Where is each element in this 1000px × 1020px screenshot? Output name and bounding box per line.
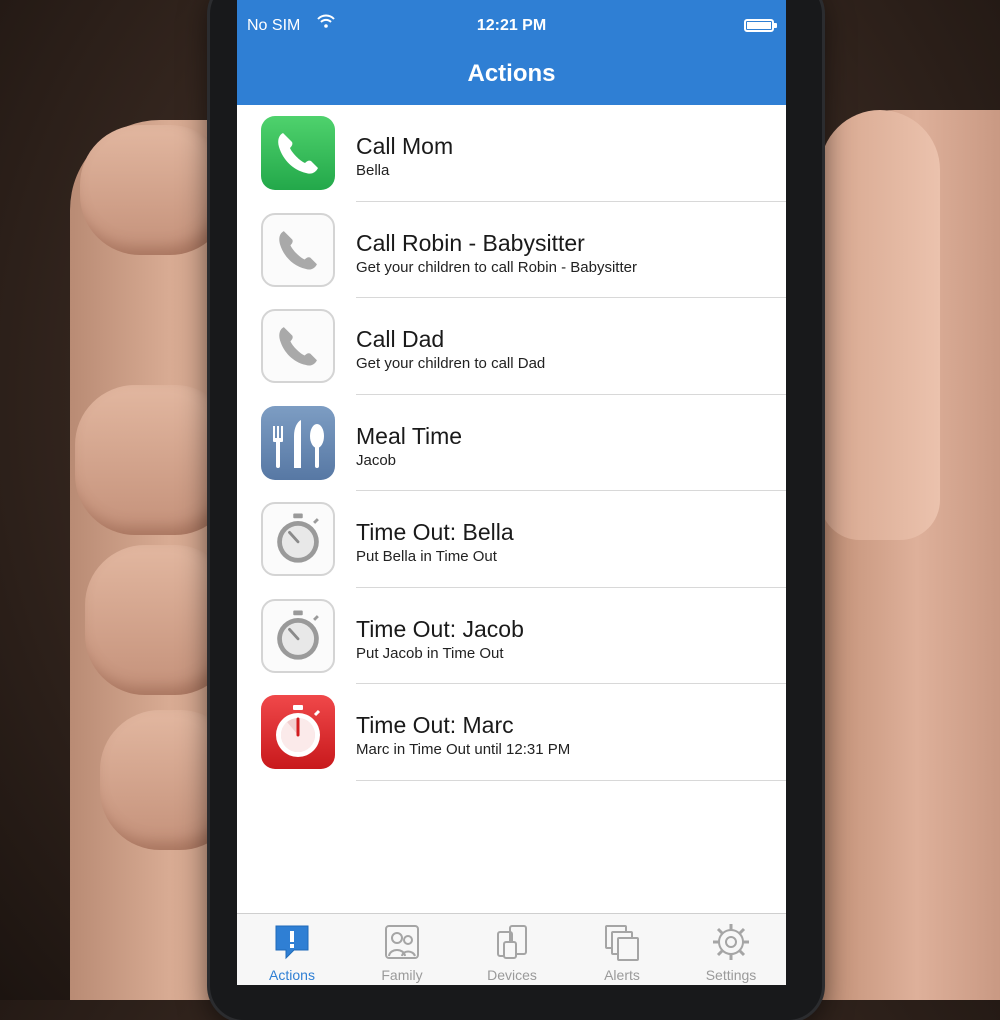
action-title: Time Out: Bella	[356, 519, 514, 545]
actions-list: Call Mom Bella Call Robin - Babysitter G…	[237, 105, 786, 781]
tab-family[interactable]: Family	[347, 914, 457, 985]
battery-icon	[744, 19, 777, 32]
action-subtitle: Put Bella in Time Out	[356, 548, 497, 565]
action-row-call-mom[interactable]: Call Mom Bella	[237, 105, 786, 202]
stopwatch-icon	[261, 695, 335, 769]
phone-screen: No SIM 12:21 PM Actions Call Mom Bella C…	[237, 0, 786, 985]
action-title: Call Mom	[356, 133, 454, 159]
phone-icon	[261, 309, 335, 383]
action-row-timeout-bella[interactable]: Time Out: Bella Put Bella in Time Out	[237, 491, 786, 588]
action-subtitle: Bella	[356, 162, 390, 179]
stopwatch-icon	[261, 598, 335, 673]
action-row-call-dad[interactable]: Call Dad Get your children to call Dad	[237, 298, 786, 395]
tab-devices[interactable]: Devices	[457, 914, 567, 985]
alerts-icon	[602, 922, 642, 962]
tab-actions[interactable]: Actions	[237, 914, 347, 985]
tab-label: Actions	[269, 967, 315, 983]
stopwatch-icon	[261, 502, 335, 576]
tab-alerts[interactable]: Alerts	[567, 914, 677, 985]
status-time: 12:21 PM	[476, 17, 547, 34]
action-title: Call Robin - Babysitter	[356, 229, 585, 256]
action-subtitle: Jacob	[356, 451, 397, 469]
action-row-timeout-jacob[interactable]: Time Out: Jacob Put Jacob in Time Out	[237, 588, 786, 684]
action-row-meal-time[interactable]: Meal Time Jacob	[237, 395, 786, 491]
action-row-timeout-marc[interactable]: Time Out: Marc Marc in Time Out until 12…	[237, 684, 786, 781]
family-icon	[382, 922, 422, 962]
action-title: Time Out: Jacob	[356, 615, 524, 642]
row-divider	[356, 779, 786, 781]
action-title: Time Out: Marc	[356, 712, 514, 738]
action-title: Call Dad	[356, 326, 445, 352]
action-subtitle: Put Jacob in Time Out	[356, 644, 504, 662]
phone-icon	[261, 212, 335, 287]
alert-bubble-icon	[272, 922, 312, 962]
utensils-icon	[261, 405, 335, 480]
tab-settings[interactable]: Settings	[676, 914, 786, 985]
tab-label: Alerts	[604, 967, 640, 983]
tab-label: Devices	[487, 967, 537, 983]
status-bar: No SIM 12:21 PM	[237, 12, 786, 36]
thumb	[820, 110, 940, 540]
tab-label: Settings	[705, 967, 757, 983]
tab-bar: Actions Family Devices Alerts Settings	[237, 913, 786, 985]
action-row-call-robin[interactable]: Call Robin - Babysitter Get your childre…	[237, 202, 786, 298]
settings-gear-icon	[711, 922, 751, 962]
phone-icon	[261, 116, 335, 190]
navigation-bar: No SIM 12:21 PM Actions	[237, 0, 786, 105]
tab-label: Family	[381, 967, 423, 983]
action-title: Meal Time	[356, 422, 463, 449]
action-subtitle: Get your children to call Dad	[356, 355, 546, 372]
page-title: Actions	[467, 60, 556, 87]
finger	[80, 125, 230, 255]
action-subtitle: Get your children to call Robin - Babysi…	[356, 258, 637, 276]
action-subtitle: Marc in Time Out until 12:31 PM	[356, 741, 571, 758]
devices-icon	[492, 922, 532, 962]
